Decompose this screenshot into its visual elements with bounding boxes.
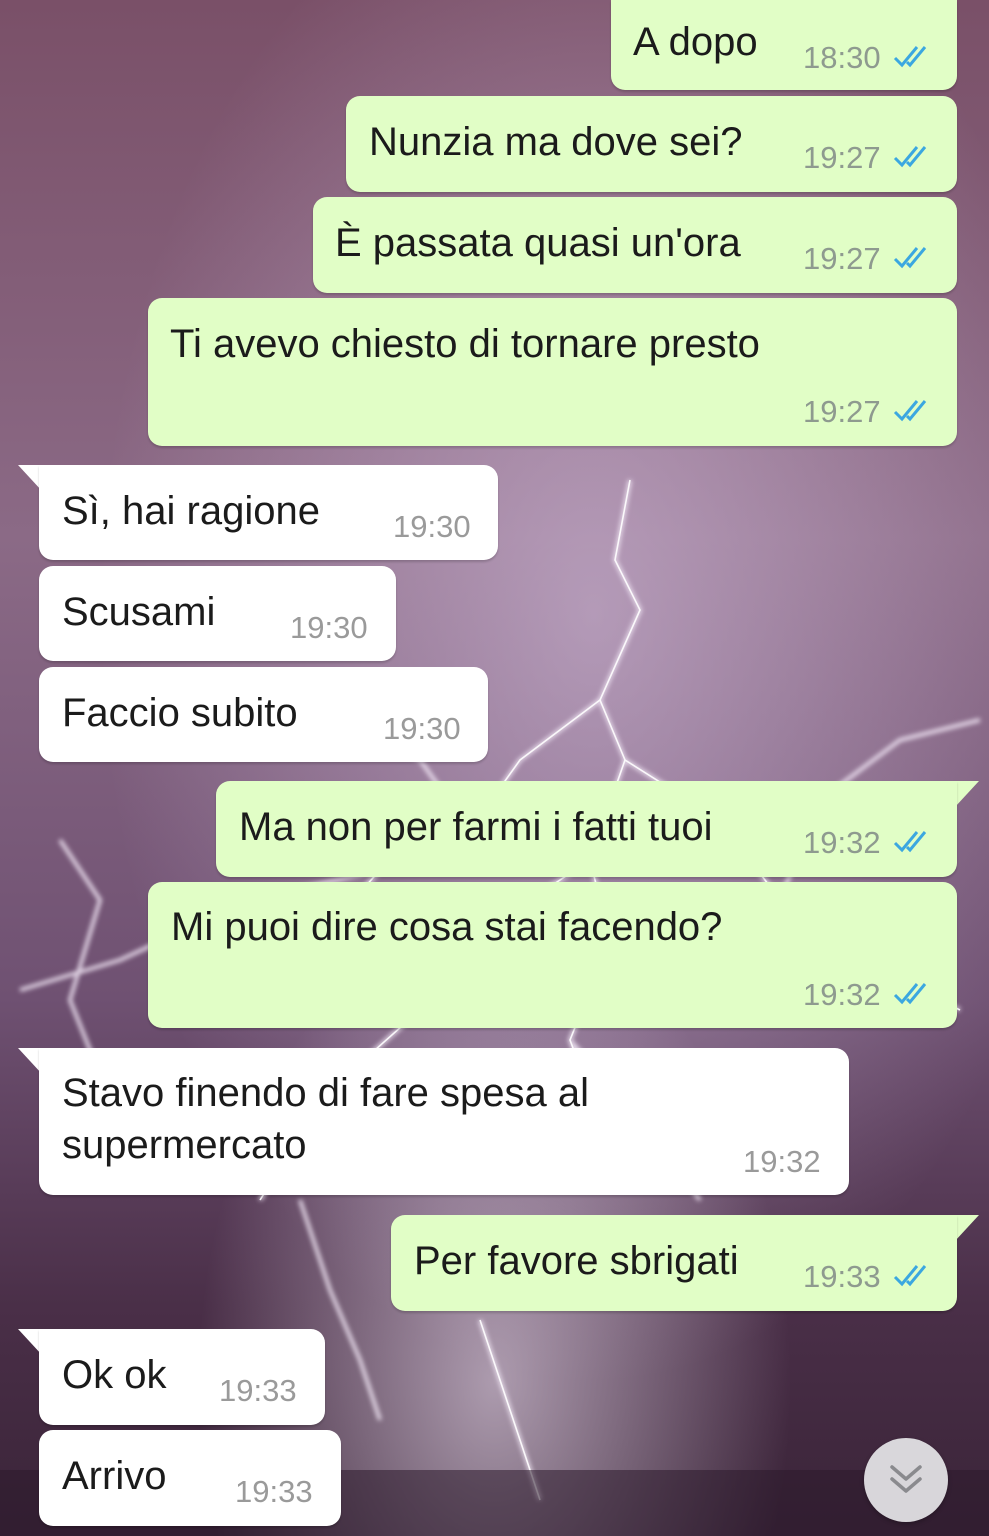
message-time: 19:33	[235, 1474, 313, 1509]
message-text: Sì, hai ragione	[62, 489, 320, 533]
outgoing-message[interactable]: Nunzia ma dove sei? 19:27	[346, 96, 957, 192]
outgoing-message[interactable]: Mi puoi dire cosa stai facendo? 19:32	[148, 882, 957, 1028]
read-ticks-icon	[893, 831, 927, 853]
message-text: Scusami	[62, 590, 216, 634]
read-ticks-icon	[893, 46, 927, 68]
message-text: Faccio subito	[62, 691, 298, 735]
message-time: 19:32	[743, 1144, 821, 1179]
message-time: 19:32	[803, 977, 881, 1012]
read-ticks-icon	[893, 146, 927, 168]
message-time: 19:27	[803, 394, 881, 429]
outgoing-message[interactable]: A dopo 18:30	[611, 0, 957, 90]
message-time: 19:30	[383, 711, 461, 746]
message-time: 19:30	[290, 610, 368, 645]
incoming-message[interactable]: Sì, hai ragione 19:30	[39, 465, 498, 560]
message-text: Ok ok	[62, 1353, 167, 1397]
double-chevron-down-icon	[890, 1465, 922, 1493]
message-time: 19:32	[803, 825, 881, 860]
message-text-line-1: Stavo finendo di fare spesa al	[62, 1071, 590, 1115]
read-ticks-icon	[893, 247, 927, 269]
message-time: 19:30	[393, 509, 471, 544]
message-time: 19:33	[219, 1373, 297, 1408]
message-list[interactable]: A dopo 18:30 Nunzia ma dove sei? 19:27 È…	[0, 0, 989, 1536]
incoming-message[interactable]: Ok ok 19:33	[39, 1329, 325, 1425]
incoming-message[interactable]: Stavo finendo di fare spesa al supermerc…	[39, 1048, 849, 1195]
outgoing-message[interactable]: È passata quasi un'ora 19:27	[313, 197, 957, 293]
message-text-line-2: supermercato	[62, 1123, 307, 1167]
message-time: 19:27	[803, 241, 881, 276]
message-text: Mi puoi dire cosa stai facendo?	[171, 905, 723, 949]
outgoing-message[interactable]: Per favore sbrigati 19:33	[391, 1215, 957, 1311]
message-text: Ti avevo chiesto di tornare presto	[170, 322, 760, 366]
message-time: 19:33	[803, 1259, 881, 1294]
read-ticks-icon	[893, 400, 927, 422]
message-text: Per favore sbrigati	[414, 1239, 739, 1283]
message-text: Ma non per farmi i fatti tuoi	[239, 805, 713, 849]
bubble-tail	[955, 1215, 979, 1241]
bubble-tail	[955, 781, 979, 807]
message-text: A dopo	[633, 20, 758, 64]
read-ticks-icon	[893, 983, 927, 1005]
outgoing-message[interactable]: Ma non per farmi i fatti tuoi 19:32	[216, 781, 957, 877]
read-ticks-icon	[893, 1265, 927, 1287]
incoming-message[interactable]: Faccio subito 19:30	[39, 667, 488, 762]
scroll-to-bottom-button[interactable]	[864, 1438, 948, 1522]
message-time: 19:27	[803, 140, 881, 175]
message-text: È passata quasi un'ora	[335, 221, 741, 265]
message-text: Nunzia ma dove sei?	[369, 120, 743, 164]
incoming-message[interactable]: Scusami 19:30	[39, 566, 396, 661]
outgoing-message[interactable]: Ti avevo chiesto di tornare presto 19:27	[148, 298, 957, 446]
message-time: 18:30	[803, 40, 881, 75]
incoming-message[interactable]: Arrivo 19:33	[39, 1430, 341, 1526]
message-text: Arrivo	[62, 1454, 167, 1498]
